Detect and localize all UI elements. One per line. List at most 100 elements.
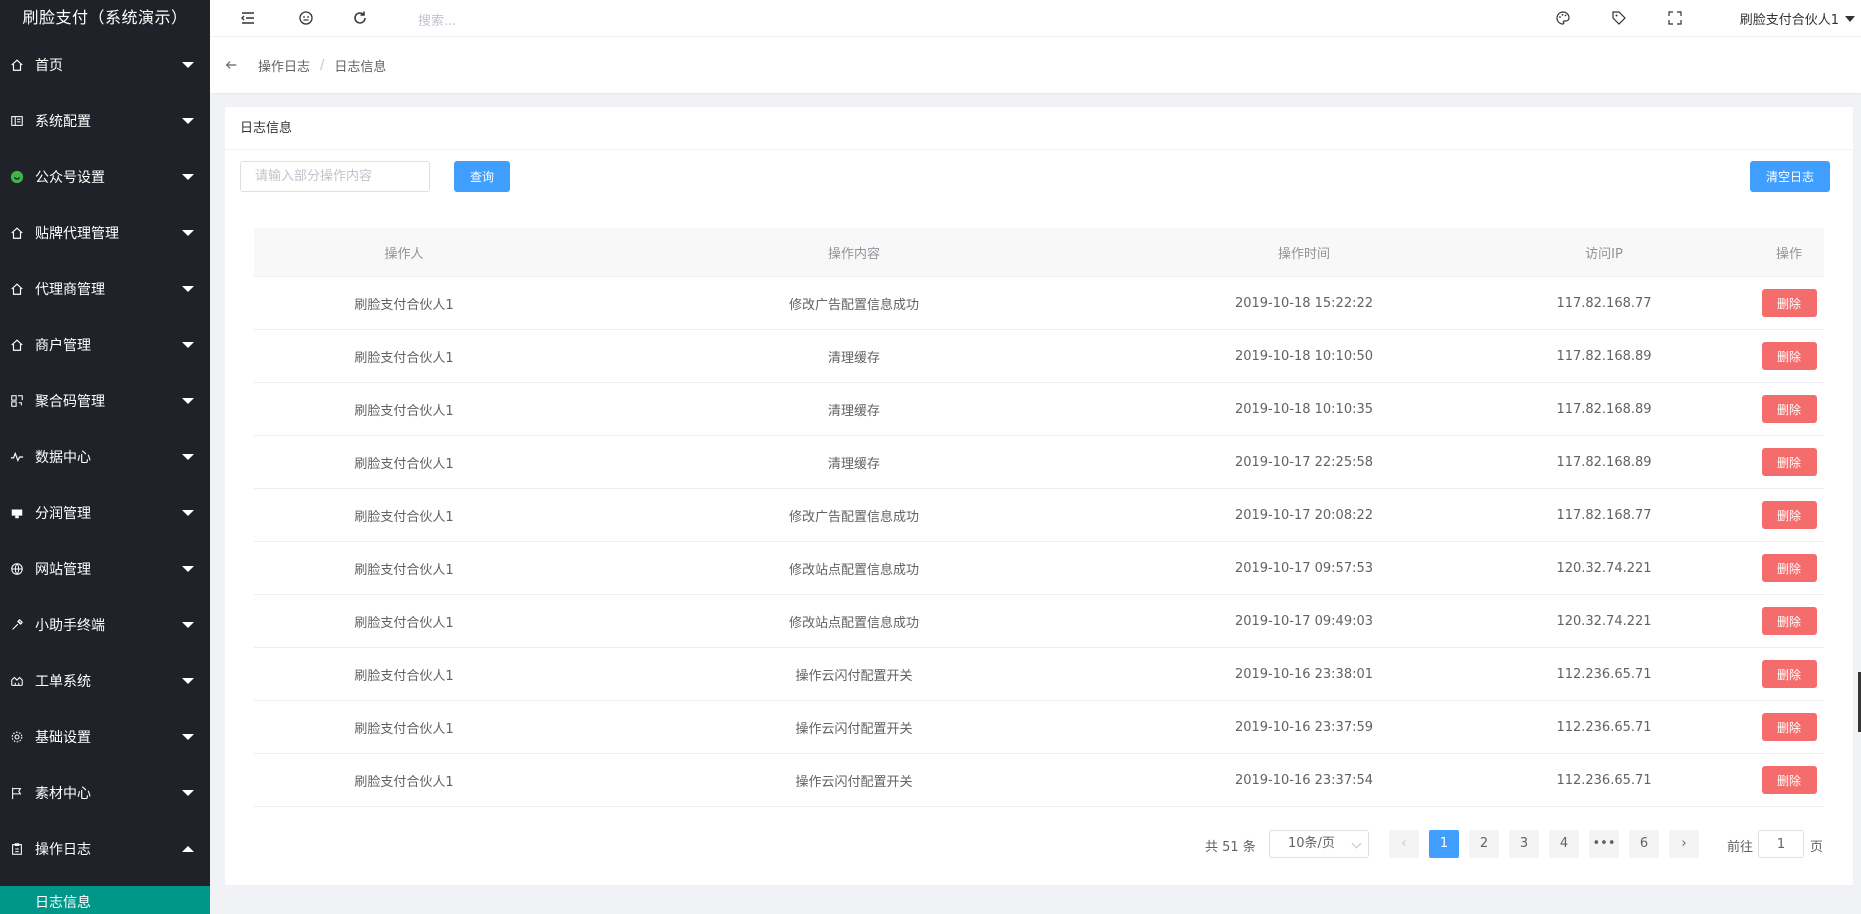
cell-action: 删除 bbox=[1754, 713, 1824, 741]
page-size-select[interactable]: 10条/页 bbox=[1269, 830, 1369, 858]
tag-icon[interactable] bbox=[1610, 9, 1628, 27]
face-icon[interactable] bbox=[297, 9, 315, 27]
sidebar-item[interactable]: 网站管理 bbox=[0, 541, 210, 597]
sidebar-item-label: 公众号设置 bbox=[35, 170, 105, 186]
table-row: 刷脸支付合伙人1 操作云闪付配置开关 2019-10-16 23:37:54 112.… bbox=[254, 754, 1824, 807]
cell-content: 操作云闪付配置开关 bbox=[795, 668, 913, 684]
page-button-2[interactable]: 2 bbox=[1469, 830, 1499, 858]
caret-down-icon bbox=[182, 62, 194, 68]
back-arrow-icon[interactable] bbox=[224, 57, 240, 73]
flag-icon bbox=[8, 784, 26, 802]
goto-label: 前往 bbox=[1727, 840, 1754, 855]
top-header: 搜索... 刷脸支付合伙人1 bbox=[210, 0, 1861, 37]
caret-up-icon bbox=[182, 846, 194, 852]
cell-action: 删除 bbox=[1754, 554, 1824, 582]
sidebar-item-label: 系统配置 bbox=[35, 114, 91, 130]
content-search-input[interactable] bbox=[240, 161, 430, 192]
sidebar-subitem-log-info[interactable]: 日志信息 bbox=[0, 886, 210, 914]
caret-down-icon bbox=[182, 398, 194, 404]
query-button[interactable]: 查询 bbox=[454, 161, 510, 192]
cell-ip: 112.236.65.71 bbox=[1556, 666, 1652, 682]
delete-button[interactable]: 删除 bbox=[1761, 607, 1817, 635]
delete-button[interactable]: 删除 bbox=[1761, 448, 1817, 476]
prev-page-button[interactable]: ‹ bbox=[1389, 830, 1419, 858]
delete-button[interactable]: 删除 bbox=[1761, 501, 1817, 529]
delete-button[interactable]: 删除 bbox=[1761, 395, 1817, 423]
cell-operator: 刷脸支付合伙人1 bbox=[354, 297, 454, 313]
goto-page-input[interactable] bbox=[1758, 830, 1804, 858]
refresh-icon[interactable] bbox=[351, 9, 369, 27]
table-row: 刷脸支付合伙人1 清理缓存 2019-10-18 10:10:50 117.82.16… bbox=[254, 330, 1824, 383]
delete-button[interactable]: 删除 bbox=[1761, 713, 1817, 741]
clear-log-button[interactable]: 清空日志 bbox=[1750, 161, 1830, 192]
page-button-6[interactable]: 6 bbox=[1629, 830, 1659, 858]
sidebar-menu: 首页系统配置公众号设置贴牌代理管理 代理商管理商户管理 聚合码管理数据中心分润管理网… bbox=[0, 37, 210, 877]
cell-operator: 刷脸支付合伙人1 bbox=[354, 615, 454, 631]
sidebar-item[interactable]: 公众号设置 bbox=[0, 149, 210, 205]
qr-icon bbox=[8, 392, 26, 410]
delete-button[interactable]: 删除 bbox=[1761, 342, 1817, 370]
tool-icon bbox=[8, 616, 26, 634]
cell-time: 2019-10-16 23:37:54 bbox=[1234, 772, 1374, 788]
sidebar-item[interactable]: 小助手终端 bbox=[0, 597, 210, 653]
cell-operator: 刷脸支付合伙人1 bbox=[354, 403, 454, 419]
page-size-value: 10条/页 bbox=[1288, 836, 1335, 851]
cell-ip: 120.32.74.221 bbox=[1556, 613, 1652, 629]
wechat-icon bbox=[8, 168, 26, 186]
sidebar-item-label: 数据中心 bbox=[35, 450, 91, 466]
sidebar-item[interactable]: 贴牌代理管理 bbox=[0, 205, 210, 261]
sidebar-item-label: 代理商管理 bbox=[35, 282, 105, 298]
sidebar-item[interactable]: 聚合码管理 bbox=[0, 373, 210, 429]
cell-operator: 刷脸支付合伙人1 bbox=[354, 456, 454, 472]
sidebar-item[interactable]: 基础设置 bbox=[0, 709, 210, 765]
sidebar-item-label: 首页 bbox=[35, 58, 63, 74]
pulse-icon bbox=[8, 448, 26, 466]
page-ellipsis-button[interactable]: ••• bbox=[1589, 830, 1619, 858]
sidebar-item[interactable]: 商户管理 bbox=[0, 317, 210, 373]
cell-operator: 刷脸支付合伙人1 bbox=[354, 350, 454, 366]
chevron-down-icon bbox=[1845, 15, 1855, 22]
caret-down-icon bbox=[182, 454, 194, 460]
user-menu[interactable]: 刷脸支付合伙人1 bbox=[1740, 9, 1855, 28]
caret-down-icon bbox=[182, 230, 194, 236]
sidebar-item[interactable]: 代理商管理 bbox=[0, 261, 210, 317]
cell-content: 清理缓存 bbox=[827, 403, 880, 419]
brand-title: 刷脸支付（系统演示） bbox=[22, 8, 188, 27]
cell-time: 2019-10-18 15:22:22 bbox=[1234, 295, 1374, 311]
home-icon bbox=[8, 224, 26, 242]
delete-button[interactable]: 删除 bbox=[1761, 766, 1817, 794]
table-row: 刷脸支付合伙人1 清理缓存 2019-10-18 10:10:35 117.82.16… bbox=[254, 383, 1824, 436]
sidebar: 刷脸支付（系统演示） 首页系统配置公众号设置贴牌代理管理 代理商管理商户管理 聚合码… bbox=[0, 0, 210, 914]
page-button-3[interactable]: 3 bbox=[1509, 830, 1539, 858]
page-button-4[interactable]: 4 bbox=[1549, 830, 1579, 858]
sidebar-item[interactable]: 素材中心 bbox=[0, 765, 210, 821]
table-row: 刷脸支付合伙人1 修改广告配置信息成功 2019-10-17 20:08:22 117… bbox=[254, 489, 1824, 542]
table-row: 刷脸支付合伙人1 操作云闪付配置开关 2019-10-16 23:38:01 112.… bbox=[254, 648, 1824, 701]
sidebar-item[interactable]: 系统配置 bbox=[0, 93, 210, 149]
sidebar-item-label: 基础设置 bbox=[35, 730, 91, 746]
cell-content: 操作云闪付配置开关 bbox=[795, 774, 913, 790]
cell-time: 2019-10-18 10:10:50 bbox=[1234, 348, 1374, 364]
sidebar-item[interactable]: 首页 bbox=[0, 37, 210, 93]
header-search[interactable]: 搜索... bbox=[418, 10, 456, 29]
cell-content: 修改广告配置信息成功 bbox=[788, 509, 919, 525]
menu-collapse-icon[interactable] bbox=[239, 9, 257, 27]
cell-time: 2019-10-17 20:08:22 bbox=[1234, 507, 1374, 523]
delete-button[interactable]: 删除 bbox=[1761, 289, 1817, 317]
sidebar-item-label: 贴牌代理管理 bbox=[35, 226, 119, 242]
cell-content: 操作云闪付配置开关 bbox=[795, 721, 913, 737]
fullscreen-icon[interactable] bbox=[1666, 9, 1684, 27]
sidebar-item[interactable]: 数据中心 bbox=[0, 429, 210, 485]
sidebar-item[interactable]: 工单系统 bbox=[0, 653, 210, 709]
page-button-1[interactable]: 1 bbox=[1429, 830, 1459, 858]
cell-content: 清理缓存 bbox=[827, 456, 880, 472]
next-page-button[interactable]: › bbox=[1669, 830, 1699, 858]
theme-palette-icon[interactable] bbox=[1554, 9, 1572, 27]
breadcrumb-parent[interactable]: 操作日志 bbox=[258, 56, 310, 75]
sidebar-item[interactable]: 分润管理 bbox=[0, 485, 210, 541]
sidebar-item[interactable]: 操作日志 bbox=[0, 821, 210, 877]
cell-action: 删除 bbox=[1754, 448, 1824, 476]
delete-button[interactable]: 删除 bbox=[1761, 554, 1817, 582]
delete-button[interactable]: 删除 bbox=[1761, 660, 1817, 688]
gear-icon bbox=[8, 728, 26, 746]
